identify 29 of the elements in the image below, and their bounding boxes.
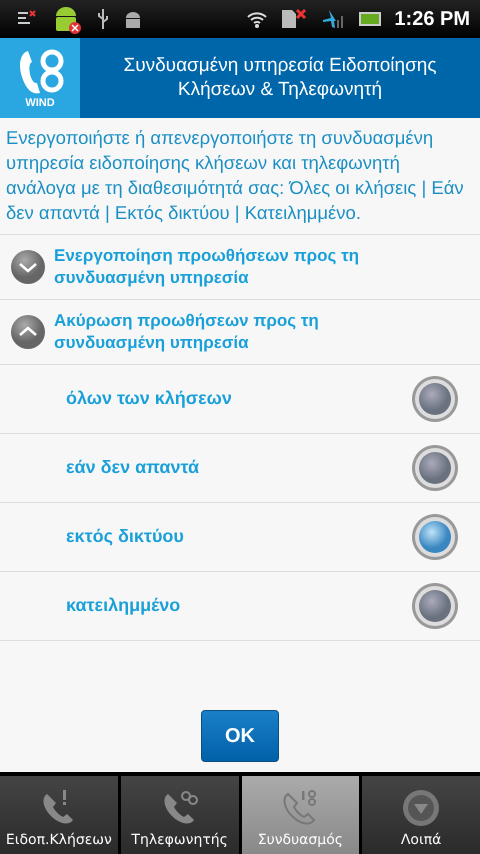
logo-text: WIND xyxy=(25,97,55,109)
page-title: Συνδυασμένη υπηρεσία Ειδοποίησης Κλήσεων & Τηλεφωνητή xyxy=(122,54,438,102)
tab[interactable]: Ειδοπ.Κλήσεων xyxy=(0,776,118,854)
tab[interactable]: Λοιπά xyxy=(362,776,480,854)
ok-button[interactable]: OK xyxy=(201,710,279,762)
section-header[interactable]: Ενεργοποίηση προωθήσεων προς τη συνδυασμένη υπηρεσία xyxy=(0,234,480,300)
option-row[interactable]: όλων των κλήσεων xyxy=(0,364,480,434)
section-header[interactable]: Ακύρωση προωθήσεων προς τη συνδυασμένη υπηρεσία xyxy=(0,300,480,365)
usb-icon xyxy=(96,7,110,31)
radio-button[interactable] xyxy=(410,512,460,562)
radio-button[interactable] xyxy=(410,442,460,493)
dropdown-circle-icon xyxy=(401,788,442,828)
radio-button[interactable] xyxy=(410,374,460,424)
collapse-icon xyxy=(10,314,46,350)
option-row[interactable]: εκτός δικτύου xyxy=(0,502,480,572)
battery-icon xyxy=(358,11,382,27)
expand-icon xyxy=(10,248,46,285)
tab[interactable]: Συνδυασμός xyxy=(242,776,360,854)
option-row[interactable]: κατειλημμένο xyxy=(0,572,480,641)
sim-card-icon xyxy=(280,8,308,30)
option-label: εάν δεν απαντά xyxy=(66,457,200,478)
clock-time: 1:26 PM xyxy=(394,8,470,30)
description-text: Ενεργοποιήστε ή απενεργοποιήστε τη συνδυασμένη υπηρεσία ειδοποίησης κλήσεων και τηλεφωνητή ανάλογα με τη διαθεσιμότητά σας: Όλες οι κλήσεις | Εάν δεν απαντά | Εκτός δικτύου | Κατειλημμένο. xyxy=(0,118,480,235)
option-label: όλων των κλήσεων xyxy=(66,388,232,410)
tab[interactable]: Τηλεφωνητής xyxy=(120,776,238,854)
option-row[interactable]: εάν δεν απαντά xyxy=(0,434,480,503)
option-label: εκτός δικτύου xyxy=(66,526,184,548)
radio-button[interactable] xyxy=(410,580,460,631)
option-label: κατειλημμένο xyxy=(66,595,180,616)
